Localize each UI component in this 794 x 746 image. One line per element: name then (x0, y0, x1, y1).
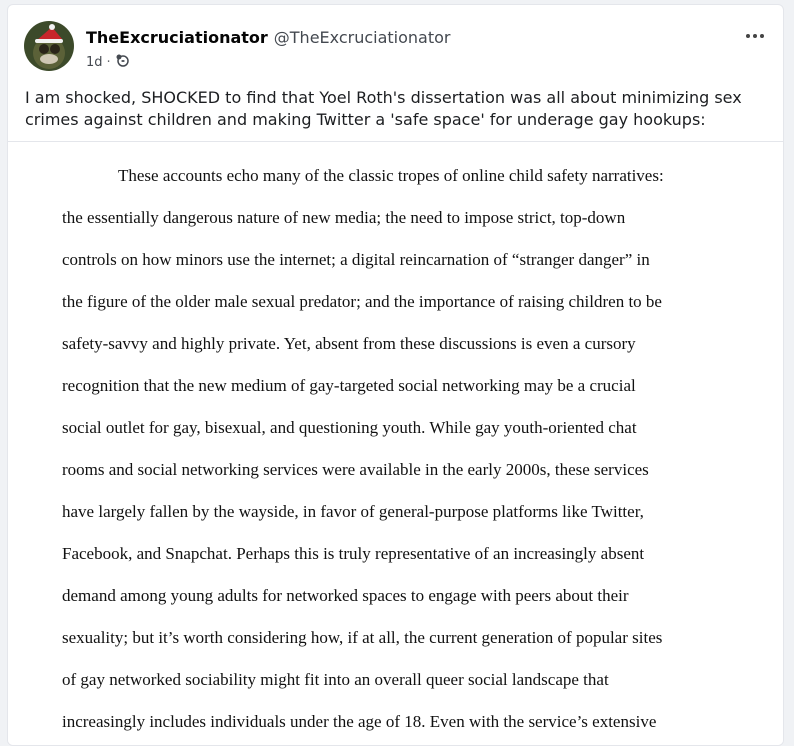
document-line: These accounts echo many of the classic … (118, 166, 664, 185)
author-handle[interactable]: @TheExcruciationator (274, 28, 451, 47)
document-line: safety-savvy and highly private. Yet, ab… (62, 334, 636, 353)
document-line: the figure of the older male sexual pred… (62, 292, 662, 311)
post-meta: 1d · (86, 53, 129, 71)
audience-icon[interactable] (115, 53, 129, 71)
document-line: increasingly includes individuals under … (62, 712, 657, 731)
document-line: of gay networked sociability might fit i… (62, 670, 609, 689)
document-line: rooms and social networking services wer… (62, 460, 649, 479)
post-time[interactable]: 1d (86, 55, 103, 70)
post-text: I am shocked, SHOCKED to find that Yoel … (25, 88, 742, 129)
document-line: sexuality; but it’s worth considering ho… (62, 628, 663, 647)
document-line: demand among young adults for networked … (62, 586, 629, 605)
dissertation-image[interactable]: These accounts echo many of the classic … (8, 142, 783, 745)
more-options-icon[interactable] (741, 25, 769, 47)
post-card: TheExcruciationator @TheExcruciationator … (7, 4, 784, 746)
avatar-image (24, 21, 74, 71)
author-name[interactable]: TheExcruciationator (86, 28, 268, 47)
author-line: TheExcruciationator @TheExcruciationator (86, 28, 451, 47)
document-line: social outlet for gay, bisexual, and que… (62, 418, 637, 437)
document-line: controls on how minors use the internet;… (62, 250, 650, 269)
document-line: the essentially dangerous nature of new … (62, 208, 626, 227)
avatar[interactable] (24, 21, 74, 71)
document-line: recognition that the new medium of gay-t… (62, 376, 636, 395)
document-line: have largely fallen by the wayside, in f… (62, 502, 644, 521)
document-line: Facebook, and Snapchat. Perhaps this is … (62, 544, 645, 563)
separator-dot: · (106, 54, 111, 70)
